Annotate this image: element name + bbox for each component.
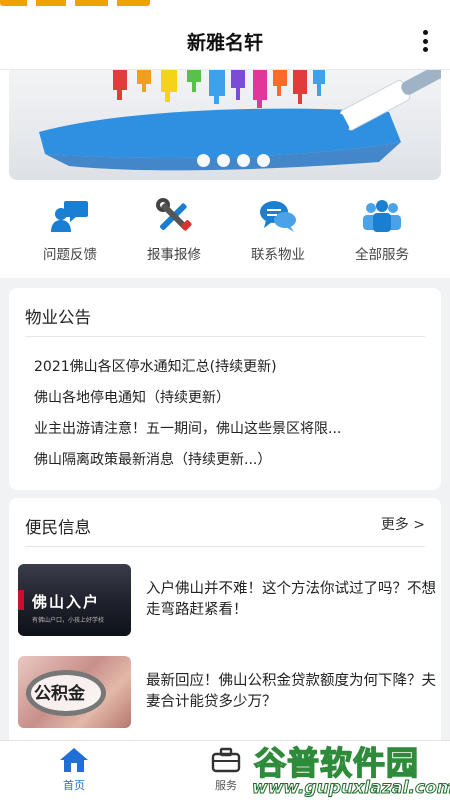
notice-item[interactable]: 业主出游请注意！五一期间，佛山这些景区将限... [34, 418, 434, 449]
carousel-indicators [197, 154, 270, 167]
status-bar-fragment [0, 0, 450, 12]
carousel-dot[interactable] [237, 154, 250, 167]
quick-action-contact[interactable]: 联系物业 [226, 198, 330, 268]
tab-home[interactable]: 首页 [44, 747, 104, 793]
carousel-dot[interactable] [217, 154, 230, 167]
quick-action-label: 问题反馈 [43, 247, 97, 263]
app-header: 新雅名轩 [0, 12, 450, 70]
section-title: 物业公告 [25, 308, 91, 327]
quick-action-repair[interactable]: 报事报修 [122, 198, 226, 268]
watermark-url: www.gupuxlazal.com [251, 778, 450, 799]
notice-item[interactable]: 佛山各地停电通知（持续更新） [34, 387, 434, 418]
more-vertical-icon[interactable] [422, 30, 428, 52]
news-title: 最新回应！佛山公积金贷款额度为何下降？夫妻合计能贷多少万？ [146, 673, 436, 710]
app-logo-fragment [0, 0, 150, 6]
repair-tools-icon [156, 198, 192, 231]
feedback-icon [51, 201, 88, 232]
divider [25, 336, 425, 337]
group-icon [363, 200, 401, 232]
chat-bubbles-icon [260, 201, 296, 232]
notice-item[interactable]: 2021佛山各区停水通知汇总(持续更新) [34, 356, 434, 387]
quick-action-feedback[interactable]: 问题反馈 [18, 198, 122, 268]
news-item[interactable]: 佛山入户 有佛山户口，小孩上好学校 入户佛山并不难！这个方法你试过了吗？不想走弯… [18, 564, 436, 636]
thumbnail-caption: 佛山入户 [32, 593, 101, 611]
news-thumbnail: 佛山入户 有佛山户口，小孩上好学校 [18, 564, 131, 636]
banner-area: 问题反馈 报事报修 联系物业 全部服务 [0, 70, 450, 278]
quick-actions: 问题反馈 报事报修 联系物业 全部服务 [0, 198, 450, 268]
thumbnail-caption: 公积金 [34, 684, 85, 704]
section-title: 便民信息 [25, 518, 91, 537]
quick-action-label: 联系物业 [251, 247, 305, 263]
notice-item[interactable]: 佛山隔离政策最新消息（持续更新...） [34, 449, 434, 480]
notice-list: 2021佛山各区停水通知汇总(持续更新) 佛山各地停电通知（持续更新） 业主出游… [34, 356, 434, 480]
briefcase-icon [211, 747, 241, 773]
news-thumbnail: 公积金 [18, 656, 131, 728]
site-watermark: 谷普软件园 www.gupuxlazal.com [246, 738, 450, 800]
tab-label: 首页 [63, 779, 85, 792]
thumbnail-subcaption: 有佛山户口，小孩上好学校 [32, 617, 105, 624]
property-notice-card: 物业公告 2021佛山各区停水通知汇总(持续更新) 佛山各地停电通知（持续更新）… [9, 288, 441, 490]
quick-action-all-services[interactable]: 全部服务 [330, 198, 434, 268]
home-icon [60, 748, 88, 772]
more-link[interactable]: 更多 > [381, 514, 425, 534]
page-title: 新雅名轩 [186, 32, 263, 54]
divider [25, 546, 425, 547]
carousel-dot[interactable] [257, 154, 270, 167]
banner-carousel[interactable] [9, 70, 441, 180]
quick-action-label: 报事报修 [147, 247, 201, 263]
news-title: 入户佛山并不难！这个方法你试过了吗？不想走弯路赶紧看！ [146, 581, 436, 618]
quick-action-label: 全部服务 [355, 247, 409, 263]
news-item[interactable]: 公积金 最新回应！佛山公积金贷款额度为何下降？夫妻合计能贷多少万？ [18, 656, 436, 728]
carousel-dot[interactable] [197, 154, 210, 167]
